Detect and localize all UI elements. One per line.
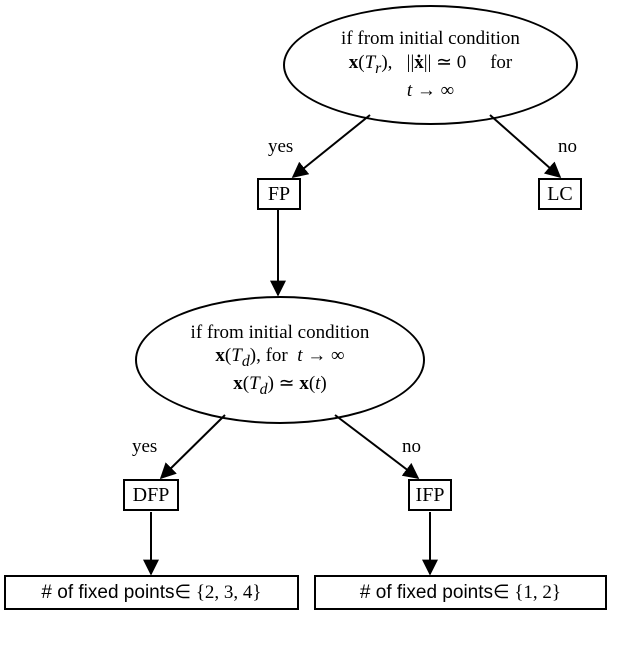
node-lc: LC xyxy=(538,178,582,210)
decision-initial-condition-2: if from initial condition x(Td), for t →… xyxy=(135,296,425,424)
flowchart-canvas: if from initial condition x(Tr), ||ẋ|| ≃… xyxy=(0,0,640,671)
d2-Td-T2: T xyxy=(249,373,260,394)
d2-pc: ), xyxy=(250,345,261,366)
d2-Td-T: T xyxy=(231,345,242,366)
d2-x1: x xyxy=(233,373,243,394)
node-dfp: DFP xyxy=(123,479,179,511)
d1-for: for xyxy=(490,52,512,73)
d2-x2: x xyxy=(299,373,309,394)
d2-Td-d: d xyxy=(242,353,250,370)
d1-xdot: ẋ xyxy=(414,52,424,73)
d1-x: x xyxy=(349,52,359,73)
d2-line1-text: if from initial condition xyxy=(191,322,370,343)
d2-line1: if from initial condition xyxy=(191,321,370,345)
d2-sim: ≃ xyxy=(274,373,299,394)
d2-line2: x(Td), for t → ∞ xyxy=(215,344,344,372)
edge-label-yes-2: yes xyxy=(132,436,157,458)
edge-label-yes-1: yes xyxy=(268,136,293,158)
leaf-ifp-prefix: # of fixed points xyxy=(360,581,493,605)
leaf-dfp-prefix: # of fixed points xyxy=(41,581,174,605)
d1-line2: x(Tr), ||ẋ|| ≃ 0 for xyxy=(349,51,512,79)
d1-line1: if from initial condition xyxy=(341,27,520,51)
d1-sim: ≃ 0 xyxy=(431,52,466,73)
edge-label-no-2: no xyxy=(402,436,421,458)
edge-label-no-1: no xyxy=(558,136,577,158)
d1-line1-text: if from initial condition xyxy=(341,28,520,49)
d2-x: x xyxy=(215,345,225,366)
d1-pc: ), xyxy=(381,52,392,73)
d1-line3: t → ∞ xyxy=(407,79,454,103)
node-fp: FP xyxy=(257,178,301,210)
d2-for: for xyxy=(261,345,293,366)
d1-Tr-T: T xyxy=(365,52,376,73)
d2-line3: x(Td) ≃ x(t) xyxy=(233,372,327,400)
node-ifp: IFP xyxy=(408,479,452,511)
leaf-fixed-points-dfp: # of fixed points ∈ {2, 3, 4} xyxy=(4,575,299,610)
d2-Td-d2: d xyxy=(260,381,268,398)
leaf-fixed-points-ifp: # of fixed points ∈ {1, 2} xyxy=(314,575,607,610)
d2-pc2: ) xyxy=(320,373,326,394)
leaf-dfp-set: ∈ {2, 3, 4} xyxy=(175,581,262,605)
decision-initial-condition-1: if from initial condition x(Tr), ||ẋ|| ≃… xyxy=(283,5,578,125)
d2-arrow: → ∞ xyxy=(303,345,345,366)
d1-arrow: → ∞ xyxy=(412,80,454,101)
leaf-ifp-set: ∈ {1, 2} xyxy=(493,581,561,605)
